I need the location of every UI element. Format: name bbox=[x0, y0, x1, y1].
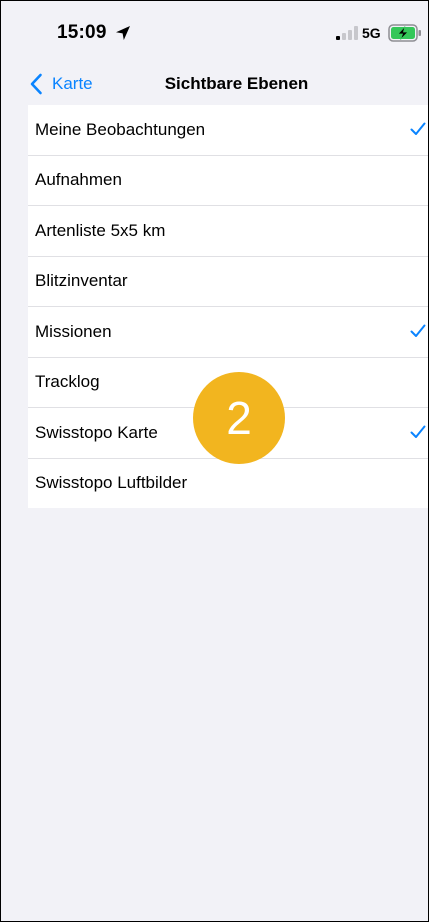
checkmark-icon bbox=[410, 425, 426, 438]
layer-label: Swisstopo Karte bbox=[35, 422, 158, 442]
navigation-bar: Karte Sichtbare Ebenen bbox=[1, 63, 428, 105]
location-arrow-icon bbox=[116, 26, 130, 40]
step-number-badge: 2 bbox=[193, 372, 285, 464]
battery-charging-icon bbox=[388, 24, 421, 42]
layer-row-swisstopo-luftbilder[interactable]: Swisstopo Luftbilder bbox=[28, 457, 428, 509]
layer-label: Artenliste 5x5 km bbox=[35, 220, 166, 240]
layer-label: Tracklog bbox=[35, 372, 100, 392]
checkmark-icon bbox=[410, 122, 426, 135]
status-bar: 15:09 5G bbox=[1, 1, 428, 63]
layer-label: Aufnahmen bbox=[35, 170, 122, 190]
network-type: 5G bbox=[362, 25, 381, 41]
cellular-signal-icon bbox=[336, 26, 358, 40]
layer-row-meine-beobachtungen[interactable]: Meine Beobachtungen bbox=[28, 105, 428, 155]
layer-row-blitzinventar[interactable]: Blitzinventar bbox=[28, 255, 428, 307]
layer-label: Swisstopo Luftbilder bbox=[35, 473, 188, 493]
layer-label: Missionen bbox=[35, 321, 112, 341]
layer-row-artenliste[interactable]: Artenliste 5x5 km bbox=[28, 205, 428, 256]
layer-label: Blitzinventar bbox=[35, 271, 128, 291]
layer-label: Meine Beobachtungen bbox=[35, 119, 206, 139]
phone-screen: 15:09 5G Karte Sichtbare Ebenen Meine Be… bbox=[0, 0, 429, 922]
checkmark-icon bbox=[410, 324, 426, 337]
layer-row-aufnahmen[interactable]: Aufnahmen bbox=[28, 154, 428, 206]
layer-row-missionen[interactable]: Missionen bbox=[28, 306, 428, 357]
status-time: 15:09 bbox=[57, 22, 107, 43]
page-title: Sichtbare Ebenen bbox=[164, 74, 309, 93]
